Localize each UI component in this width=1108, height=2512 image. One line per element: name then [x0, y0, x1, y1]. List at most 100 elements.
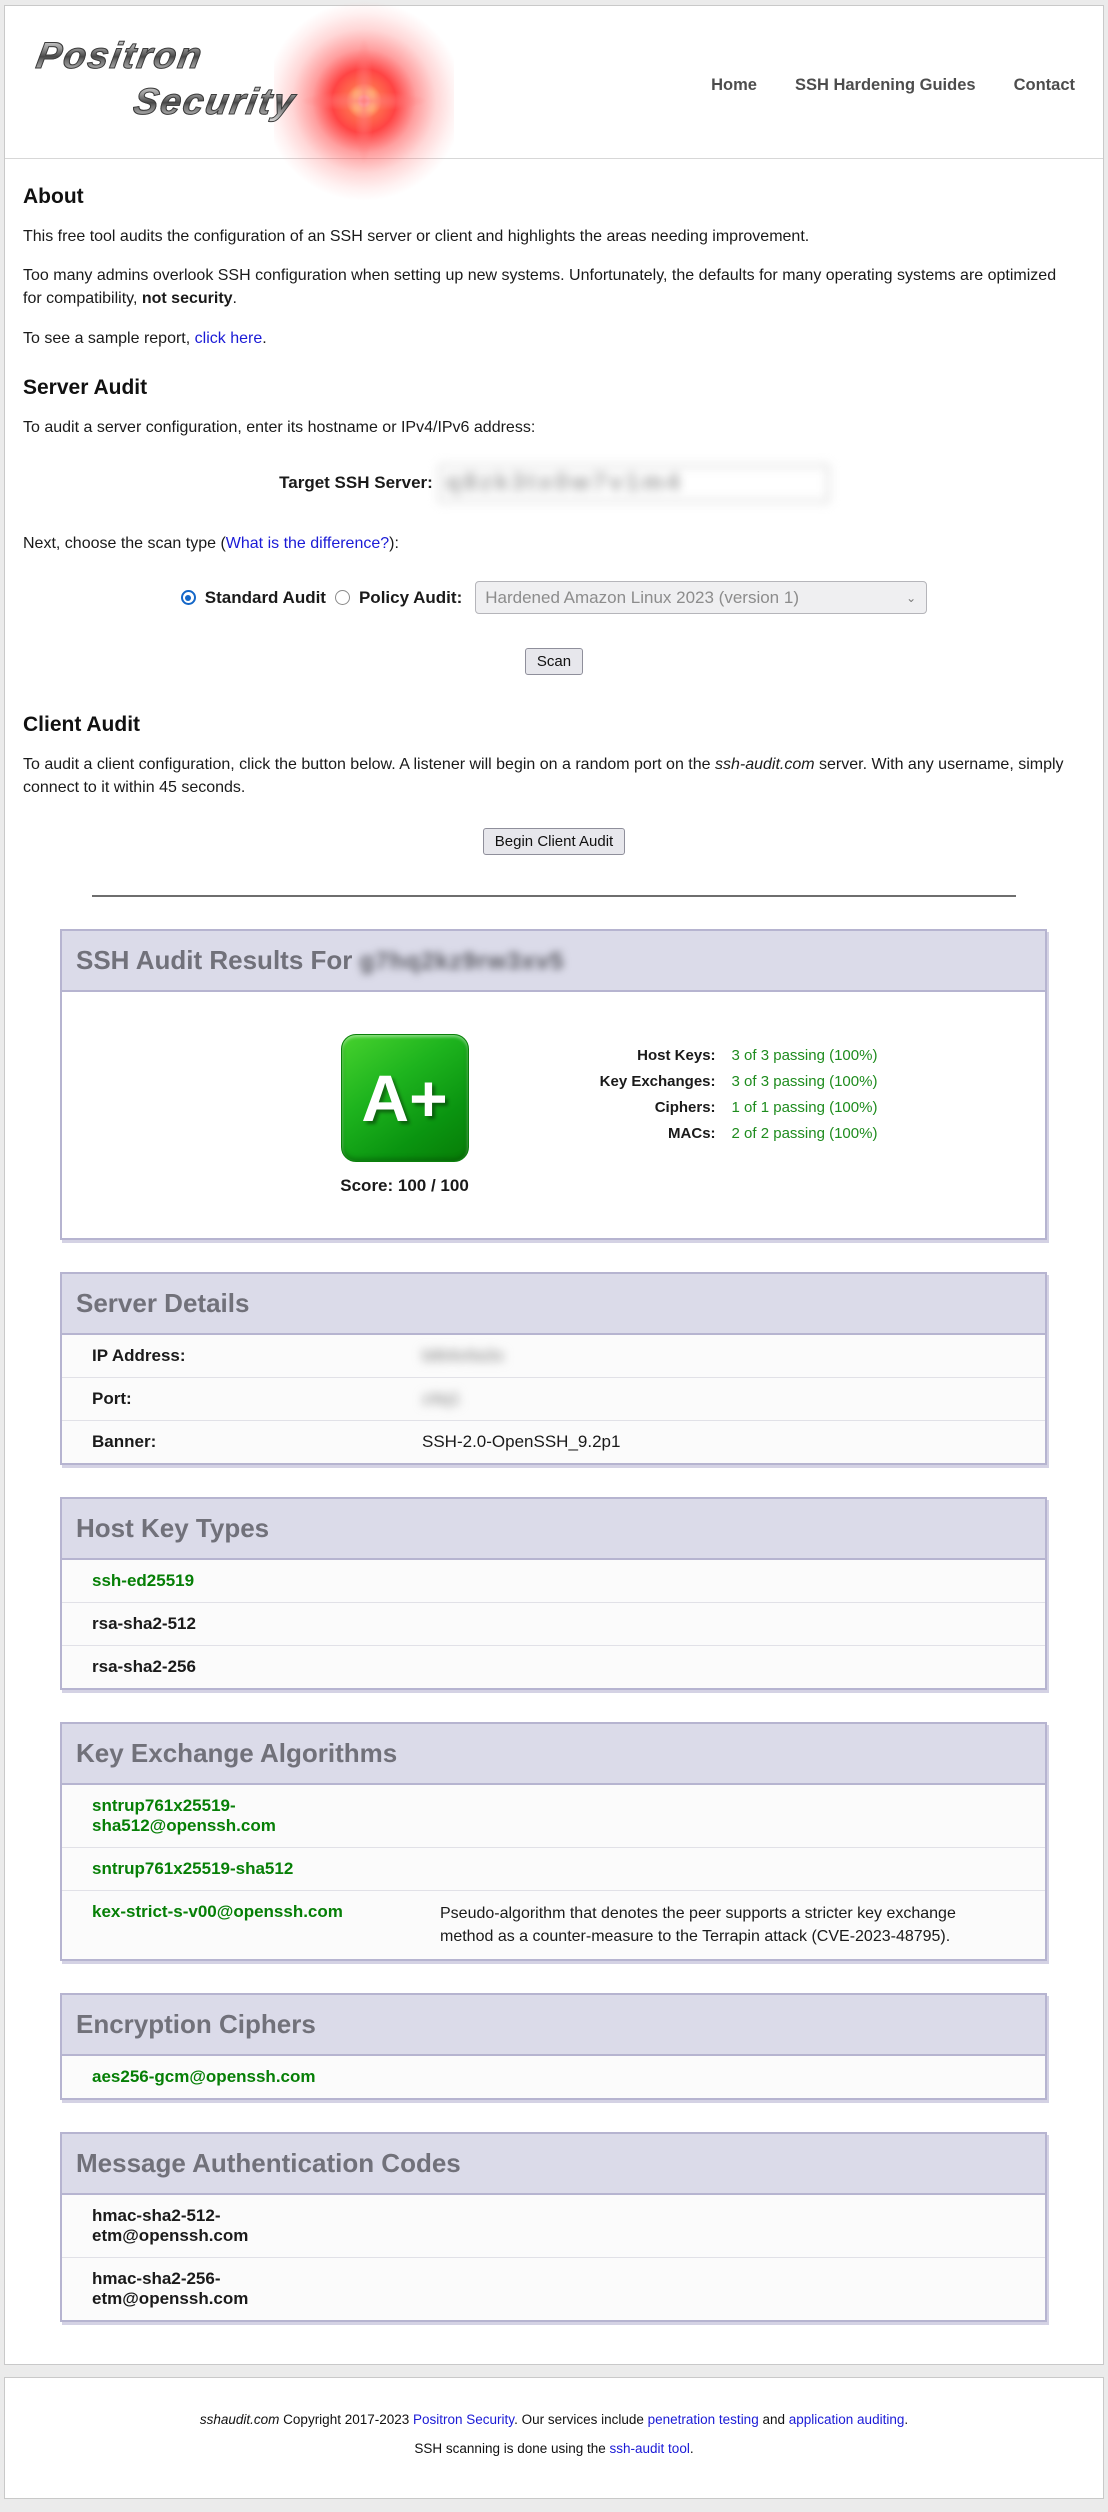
client-audit-paragraph: To audit a client configuration, click t…: [23, 753, 1073, 799]
target-server-input-redacted[interactable]: q8zk3tx0w7v1m4: [439, 465, 829, 502]
host-key-name: ssh-ed25519: [92, 1571, 377, 1591]
kex-algorithm-note: Pseudo-algorithm that denotes the peer s…: [422, 1902, 967, 1948]
stat-value: 3 of 3 passing (100%): [732, 1073, 878, 1090]
site-footer: sshaudit.com Copyright 2017-2023 Positro…: [4, 2377, 1104, 2499]
target-server-row: Target SSH Server: q8zk3tx0w7v1m4: [23, 465, 1085, 502]
stat-row-macs: MACs: 2 of 2 passing (100%): [556, 1125, 878, 1142]
stat-row-ciphers: Ciphers: 1 of 1 passing (100%): [556, 1099, 878, 1116]
stat-label: MACs:: [556, 1125, 716, 1142]
stat-value: 3 of 3 passing (100%): [732, 1047, 878, 1064]
table-row: aes256-gcm@openssh.com: [62, 2056, 1045, 2098]
stat-row-host-keys: Host Keys: 3 of 3 passing (100%): [556, 1047, 878, 1064]
grade-badge: A+: [341, 1034, 469, 1162]
scan-type-radio-row: Standard Audit Policy Audit: Hardened Am…: [23, 581, 1085, 614]
host-key-types-header: Host Key Types: [62, 1499, 1045, 1560]
port-label: Port:: [92, 1389, 422, 1409]
footer-text: .: [690, 2441, 694, 2456]
sample-report-link[interactable]: click here: [195, 330, 263, 347]
chevron-down-icon: ⌄: [906, 591, 916, 605]
server-audit-section: Server Audit To audit a server configura…: [5, 376, 1103, 675]
nav-contact-link[interactable]: Contact: [1014, 76, 1075, 95]
grade-column: A+ Score: 100 / 100: [300, 1020, 510, 1196]
about-paragraph-2: Too many admins overlook SSH configurati…: [23, 264, 1073, 310]
positron-security-link[interactable]: Positron Security: [413, 2412, 514, 2427]
client-audit-text: To audit a client configuration, click t…: [23, 756, 715, 773]
footer-domain: sshaudit.com: [200, 2412, 280, 2427]
table-row: sntrup761x25519-sha512@openssh.com: [62, 1785, 1045, 1848]
footer-line-2: SSH scanning is done using the ssh-audit…: [15, 2441, 1093, 2456]
client-audit-section: Client Audit To audit a client configura…: [5, 713, 1103, 896]
host-key-name: rsa-sha2-256: [92, 1657, 377, 1677]
grade-letter: A+: [361, 1060, 447, 1136]
scan-button-row: Scan: [23, 648, 1085, 675]
positron-security-logo: Positron Security: [19, 24, 459, 149]
client-audit-heading: Client Audit: [23, 713, 1085, 737]
scan-button[interactable]: Scan: [525, 648, 583, 675]
stat-label: Ciphers:: [556, 1099, 716, 1116]
policy-audit-radio[interactable]: [335, 590, 350, 605]
redacted-port: z4q1: [422, 1389, 460, 1409]
scan-type-line: Next, choose the scan type (What is the …: [23, 532, 1073, 555]
policy-select-value: Hardened Amazon Linux 2023 (version 1): [485, 588, 799, 608]
about-p3-period: .: [262, 330, 266, 347]
kex-algorithm-name: sntrup761x25519-sha512@openssh.com: [92, 1796, 354, 1836]
nav-home-link[interactable]: Home: [711, 76, 757, 95]
main-nav: Home SSH Hardening Guides Contact: [711, 76, 1075, 95]
begin-client-audit-button[interactable]: Begin Client Audit: [483, 828, 625, 855]
results-body: A+ Score: 100 / 100 Host Keys: 3 of 3 pa…: [62, 992, 1045, 1238]
table-row: rsa-sha2-512: [62, 1603, 1045, 1646]
host-key-name: rsa-sha2-512: [92, 1614, 377, 1634]
policy-select[interactable]: Hardened Amazon Linux 2023 (version 1) ⌄: [475, 581, 927, 614]
table-row: rsa-sha2-256: [62, 1646, 1045, 1688]
stat-label: Key Exchanges:: [556, 1073, 716, 1090]
host-key-types-panel: Host Key Types ssh-ed25519 rsa-sha2-512 …: [60, 1497, 1047, 1690]
logo-text-line1: Positron: [33, 36, 206, 76]
encryption-ciphers-panel: Encryption Ciphers aes256-gcm@openssh.co…: [60, 1993, 1047, 2100]
scan-type-text: Next, choose the scan type (: [23, 535, 226, 552]
client-audit-button-row: Begin Client Audit: [23, 828, 1085, 855]
policy-audit-label: Policy Audit:: [359, 588, 462, 608]
application-auditing-link[interactable]: application auditing: [789, 2412, 905, 2427]
nav-ssh-hardening-guides-link[interactable]: SSH Hardening Guides: [795, 76, 976, 95]
logo-text-line2: Security: [130, 82, 299, 122]
cipher-name: aes256-gcm@openssh.com: [92, 2067, 377, 2087]
standard-audit-label: Standard Audit: [205, 588, 326, 608]
redacted-ip-address: b8t4v0a3x: [422, 1346, 504, 1366]
stat-row-key-exchanges: Key Exchanges: 3 of 3 passing (100%): [556, 1073, 878, 1090]
about-p2-period: .: [233, 290, 237, 307]
about-p3-text: To see a sample report,: [23, 330, 195, 347]
section-divider: [92, 895, 1016, 897]
results-title: SSH Audit Results For: [76, 945, 360, 975]
redacted-hostname: g7hq2kz9rw3xv5: [360, 948, 565, 976]
table-row: sntrup761x25519-sha512: [62, 1848, 1045, 1891]
stats-column: Host Keys: 3 of 3 passing (100%) Key Exc…: [556, 1038, 878, 1196]
about-paragraph-3: To see a sample report, click here.: [23, 327, 1073, 350]
encryption-ciphers-header: Encryption Ciphers: [62, 1995, 1045, 2056]
standard-audit-radio[interactable]: [181, 590, 196, 605]
footer-text: and: [759, 2412, 789, 2427]
site-header: Positron Security Home SSH Hardening Gui…: [5, 6, 1103, 159]
target-server-label: Target SSH Server:: [279, 473, 433, 493]
about-p2-bold: not security: [142, 290, 233, 307]
score-label: Score: 100 / 100: [300, 1176, 510, 1196]
stat-value: 1 of 1 passing (100%): [732, 1099, 878, 1116]
table-row: Banner: SSH-2.0-OpenSSH_9.2p1: [62, 1421, 1045, 1463]
message-authentication-codes-panel: Message Authentication Codes hmac-sha2-5…: [60, 2132, 1047, 2322]
banner-value: SSH-2.0-OpenSSH_9.2p1: [422, 1432, 620, 1452]
server-details-header: Server Details: [62, 1274, 1045, 1335]
scan-type-text-after: ):: [389, 535, 399, 552]
table-row: ssh-ed25519: [62, 1560, 1045, 1603]
banner-label: Banner:: [92, 1432, 422, 1452]
table-row: kex-strict-s-v00@openssh.com Pseudo-algo…: [62, 1891, 1045, 1959]
results-panel-header: SSH Audit Results For g7hq2kz9rw3xv5: [62, 931, 1045, 992]
penetration-testing-link[interactable]: penetration testing: [648, 2412, 759, 2427]
scan-type-difference-link[interactable]: What is the difference?: [226, 535, 389, 552]
starburst-glow-icon: [274, 0, 454, 206]
main-content: Positron Security Home SSH Hardening Gui…: [4, 5, 1104, 2365]
about-heading: About: [23, 185, 1085, 209]
macs-header: Message Authentication Codes: [62, 2134, 1045, 2195]
ssh-audit-tool-link[interactable]: ssh-audit tool: [610, 2441, 690, 2456]
mac-name: hmac-sha2-256-etm@openssh.com: [92, 2269, 354, 2309]
server-audit-intro: To audit a server configuration, enter i…: [23, 416, 1073, 439]
mac-name: hmac-sha2-512-etm@openssh.com: [92, 2206, 354, 2246]
